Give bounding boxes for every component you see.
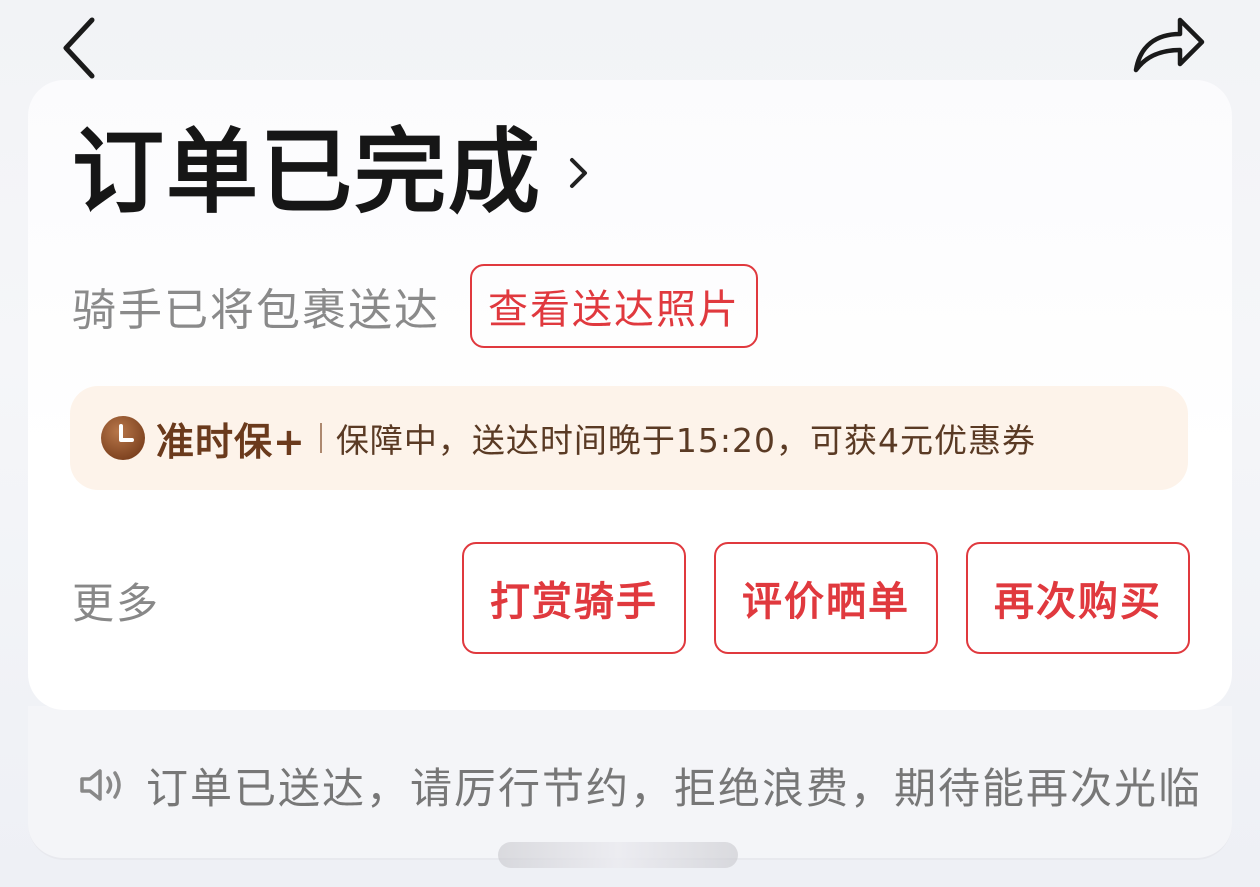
delivery-status-text: 骑手已将包裹送达	[72, 285, 440, 336]
speaker-icon	[80, 769, 121, 801]
tip-rider-button[interactable]: 打赏骑手	[462, 542, 686, 654]
buy-again-button[interactable]: 再次购买	[966, 542, 1190, 654]
review-order-button[interactable]: 评价晒单	[714, 542, 938, 654]
chevron-left-icon	[63, 17, 95, 79]
order-status[interactable]: 订单已完成	[72, 118, 590, 228]
back-button[interactable]	[52, 8, 112, 80]
clock-icon	[101, 416, 145, 460]
guarantee-name: 准时保+	[156, 419, 306, 464]
home-indicator[interactable]	[498, 842, 738, 868]
top-bar	[0, 0, 1260, 90]
share-arrow-icon	[1133, 17, 1205, 73]
share-button[interactable]	[1128, 8, 1208, 80]
chevron-right-icon	[570, 158, 588, 188]
more-button[interactable]: 更多	[72, 570, 160, 631]
guarantee-description: 保障中，送达时间晚于15:20，可获4元优惠券	[335, 421, 1036, 460]
order-status-title: 订单已完成	[72, 119, 543, 226]
delivery-row: 骑手已将包裹送达 查看送达照片	[72, 262, 758, 350]
divider	[319, 423, 322, 453]
notice-text: 订单已送达，请厉行节约，拒绝浪费，期待能再次光临	[146, 763, 1203, 813]
notice-bar: 订单已送达，请厉行节约，拒绝浪费，期待能再次光临	[78, 752, 1202, 818]
view-delivery-photo-button[interactable]: 查看送达照片	[470, 264, 758, 348]
on-time-guarantee-banner[interactable]: 准时保+ 保障中，送达时间晚于15:20，可获4元优惠券	[70, 386, 1188, 490]
